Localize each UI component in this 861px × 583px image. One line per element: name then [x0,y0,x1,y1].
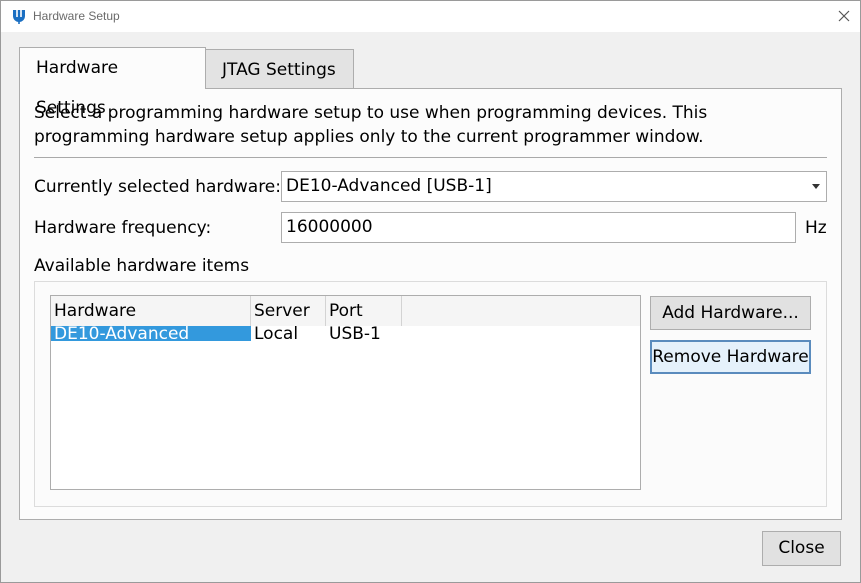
header-filler [402,296,640,326]
quartus-app-icon [13,8,25,24]
remove-hardware-button[interactable]: Remove Hardware [650,340,811,374]
table-row-port-cell[interactable]: USB-1 [326,326,402,343]
current-hardware-select[interactable]: DE10-Advanced [USB-1] [281,171,827,202]
add-hardware-button[interactable]: Add Hardware... [650,296,811,330]
window-title: Hardware Setup [33,9,120,23]
table-row-hardware-cell[interactable]: DE10-Advanced [51,326,251,343]
frequency-input[interactable]: 16000000 [281,212,796,243]
description-text: Select a programming hardware setup to u… [34,103,708,147]
tab-jtag-settings[interactable]: JTAG Settings [205,49,354,88]
dropdown-arrow-icon[interactable] [812,184,820,189]
hardware-table[interactable]: Hardware Server Port DE10-Advanced Local… [50,295,641,490]
divider [34,157,827,158]
frequency-unit: Hz [805,218,827,238]
close-button[interactable]: Close [762,531,841,566]
column-header-hardware[interactable]: Hardware [51,296,251,326]
title-bar[interactable]: Hardware Setup [1,1,860,32]
tab-hardware-settings[interactable]: Hardware Settings [19,47,206,118]
column-header-server[interactable]: Server [251,296,326,326]
current-hardware-label: Currently selected hardware: [34,177,281,197]
current-hardware-value: DE10-Advanced [USB-1] [286,176,492,196]
available-hardware-label: Available hardware items [34,256,250,276]
frequency-label: Hardware frequency: [34,218,212,238]
column-header-port[interactable]: Port [326,296,402,326]
table-row-server-cell[interactable]: Local [251,326,326,343]
close-icon[interactable] [835,7,853,25]
